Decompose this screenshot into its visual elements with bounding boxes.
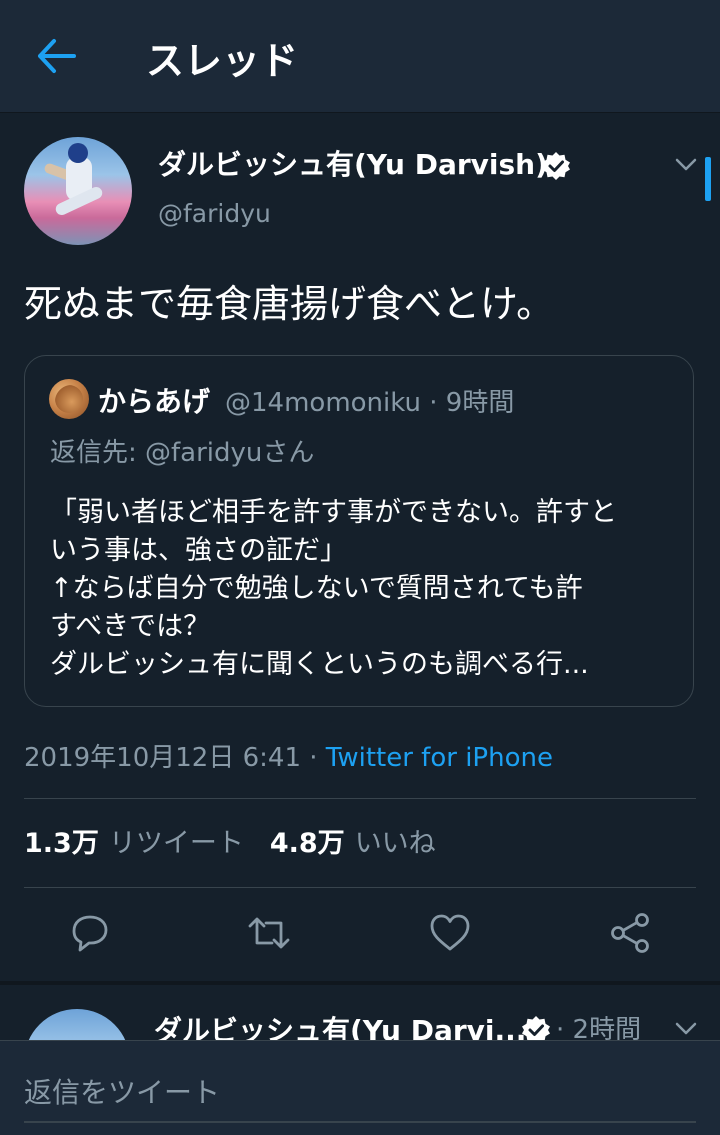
heart-icon[interactable]	[426, 909, 474, 957]
top-app-bar: スレッド	[0, 0, 720, 113]
author-handle[interactable]: @faridyu	[158, 199, 271, 228]
chevron-down-icon[interactable]	[674, 157, 698, 173]
retweet-count[interactable]: 1.3万	[24, 828, 99, 859]
reply-composer: 返信をツイート	[0, 1040, 720, 1135]
quoted-author-name: からあげ	[98, 385, 211, 418]
quoted-text: 「弱い者ほど相手を許す事ができない。許すと いう事は、強さの証だ」 ↑ならば自分…	[50, 494, 670, 684]
input-underline	[24, 1121, 696, 1123]
quoted-avatar[interactable]	[49, 379, 89, 419]
like-label[interactable]: いいね	[355, 828, 436, 859]
quoted-reply-to: 返信先: @faridyuさん	[50, 438, 315, 468]
reply-icon[interactable]	[66, 909, 114, 957]
reply-input[interactable]: 返信をツイート	[24, 1071, 220, 1111]
retweet-icon[interactable]	[245, 909, 293, 957]
timestamp-date: 2019年10月12日 6:41 ·	[24, 743, 326, 773]
quoted-text-line: すべきでは？	[50, 611, 211, 642]
like-count[interactable]: 4.8万	[270, 828, 345, 859]
retweet-label[interactable]: リツイート	[109, 828, 244, 859]
verified-badge-icon	[542, 152, 570, 180]
tweet-timestamp: 2019年10月12日 6:41 · Twitter for iPhone	[24, 737, 553, 774]
quoted-meta: @14momoniku · 9時間	[225, 388, 515, 418]
divider	[24, 887, 696, 888]
tweet-text: 死ぬまで毎食唐揚げ食べとけ。	[24, 282, 555, 326]
divider	[24, 798, 696, 799]
quoted-text-line: 「弱い者ほど相手を許す事ができない。許すと	[50, 497, 617, 528]
quoted-tweet-card[interactable]: からあげ @14momoniku · 9時間 返信先: @faridyuさん 「…	[24, 355, 694, 707]
tweet-stats: 1.3万 リツイート 4.8万 いいね	[24, 821, 436, 860]
quoted-text-line: ダルビッシュ有に聞くというのも調べる行...	[50, 649, 589, 680]
scrollbar-thumb[interactable]	[705, 157, 711, 201]
reply-tweet[interactable]: ダルビッシュ有(Yu Darvi... · 2時間	[0, 985, 720, 1045]
chevron-down-icon[interactable]	[674, 1021, 698, 1037]
back-arrow-icon[interactable]	[34, 36, 78, 76]
page-title: スレッド	[146, 39, 299, 83]
quoted-text-line: ↑ならば自分で勉強しないで質問されても許	[50, 573, 583, 604]
source-link[interactable]: Twitter for iPhone	[326, 743, 553, 773]
avatar[interactable]	[24, 137, 132, 245]
author-name[interactable]: ダルビッシュ有(Yu Darvish)	[158, 143, 548, 183]
quoted-text-line: いう事は、強さの証だ」	[50, 535, 347, 566]
share-icon[interactable]	[606, 909, 654, 957]
